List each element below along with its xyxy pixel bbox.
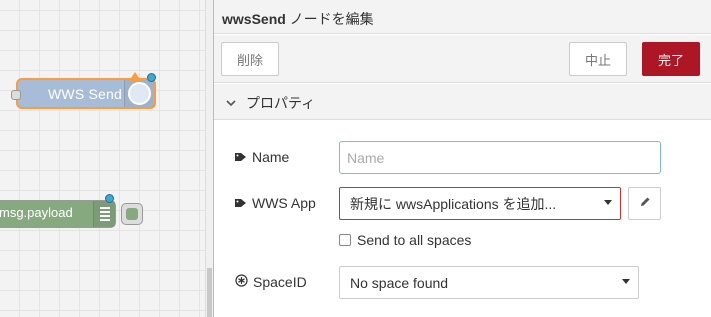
tag-icon xyxy=(235,198,247,208)
wws-app-row: WWS App 新規に wwsApplications を追加... xyxy=(214,187,711,221)
done-button[interactable]: 完了 xyxy=(642,42,700,76)
tray-toolbar: 削除 中止 完了 xyxy=(214,35,711,83)
warning-icon xyxy=(129,72,141,81)
wws-icon xyxy=(124,80,154,107)
tag-icon xyxy=(235,152,247,162)
properties-section-header[interactable]: プロパティ xyxy=(214,84,711,120)
spaceid-row: SpaceID No space found xyxy=(214,266,711,300)
debug-toggle-button[interactable] xyxy=(121,203,143,225)
name-label: Name xyxy=(235,149,289,165)
edit-tray: wwsSend ノードを編集 削除 中止 完了 プロパティ Name WWS A… xyxy=(213,0,711,317)
workspace-scrollbar[interactable] xyxy=(205,0,213,317)
spaceid-select[interactable]: No space found xyxy=(339,266,639,299)
wws-app-select[interactable]: 新規に wwsApplications を追加... xyxy=(339,187,621,220)
node-label: msg.payload xyxy=(0,205,73,220)
spaceid-label: SpaceID xyxy=(235,274,307,290)
wws-app-label: WWS App xyxy=(235,195,316,211)
debug-node[interactable]: msg.payload xyxy=(0,194,143,228)
scrollbar-thumb[interactable] xyxy=(207,268,212,317)
changed-indicator-icon xyxy=(147,73,156,82)
caret-down-icon xyxy=(622,279,630,284)
input-port[interactable] xyxy=(11,90,21,100)
pencil-icon xyxy=(639,195,651,213)
chevron-down-icon xyxy=(226,96,236,110)
name-row: Name xyxy=(214,141,711,175)
tray-title: wwsSend ノードを編集 xyxy=(222,11,374,27)
checkbox-label: Send to all spaces xyxy=(357,232,472,248)
node-label: WWS Send xyxy=(48,86,122,102)
wws-send-node[interactable]: WWS Send xyxy=(11,72,156,109)
asterisk-circle-icon xyxy=(235,274,248,290)
edit-config-button[interactable] xyxy=(628,187,661,220)
workspace-canvas[interactable]: WWS Send msg.payload xyxy=(0,0,205,317)
changed-indicator-icon xyxy=(105,194,114,203)
name-input[interactable] xyxy=(339,141,661,174)
caret-down-icon xyxy=(604,200,612,205)
send-to-all-spaces-option[interactable]: Send to all spaces xyxy=(339,232,471,248)
send-to-all-spaces-checkbox[interactable] xyxy=(339,234,351,246)
delete-button[interactable]: 削除 xyxy=(221,42,279,76)
section-title: プロパティ xyxy=(246,95,316,111)
cancel-button[interactable]: 中止 xyxy=(569,42,627,76)
debug-list-icon xyxy=(93,201,115,227)
tray-header: wwsSend ノードを編集 xyxy=(214,0,711,34)
